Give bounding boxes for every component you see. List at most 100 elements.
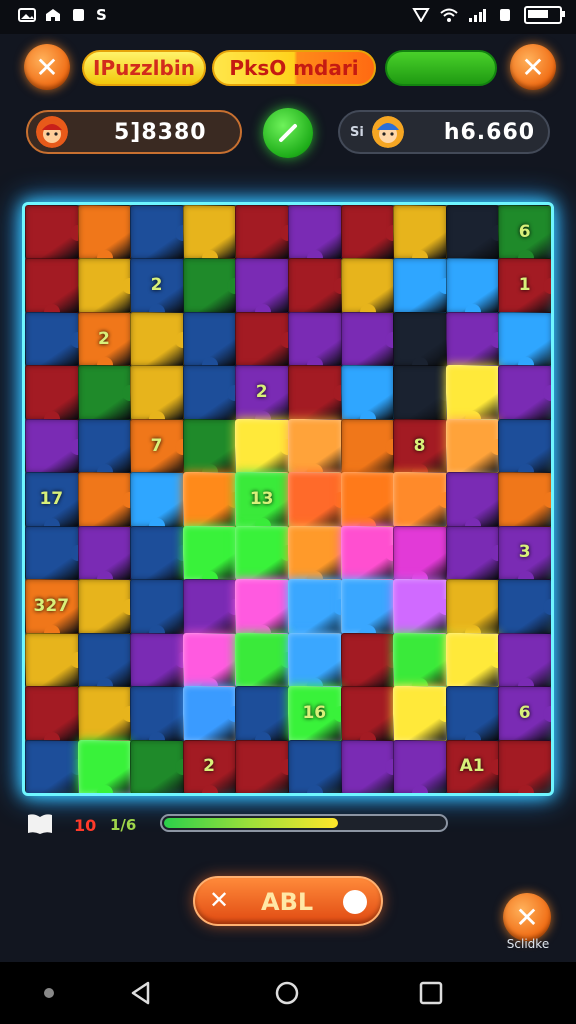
puzzle-piece[interactable] <box>130 686 184 748</box>
puzzle-piece[interactable] <box>182 258 244 313</box>
puzzle-piece[interactable] <box>445 632 507 688</box>
puzzle-piece[interactable] <box>235 632 296 688</box>
puzzle-piece[interactable] <box>393 579 454 634</box>
puzzle-piece[interactable] <box>25 205 86 260</box>
puzzle-piece[interactable] <box>130 365 184 427</box>
puzzle-piece[interactable] <box>25 311 86 367</box>
puzzle-piece[interactable] <box>25 258 79 320</box>
puzzle-piece[interactable] <box>340 632 402 688</box>
puzzle-piece[interactable] <box>445 472 500 534</box>
puzzle-piece[interactable] <box>340 579 395 641</box>
close-left-button[interactable]: ✕ <box>24 44 70 90</box>
puzzle-piece[interactable] <box>393 632 447 695</box>
puzzle-piece[interactable] <box>445 418 507 474</box>
puzzle-piece[interactable] <box>340 418 402 474</box>
puzzle-piece[interactable] <box>340 686 395 748</box>
puzzle-piece[interactable] <box>393 365 454 420</box>
puzzle-piece[interactable] <box>445 311 507 367</box>
puzzle-piece[interactable] <box>182 418 237 481</box>
puzzle-piece[interactable] <box>393 258 454 313</box>
book-icon[interactable] <box>26 812 54 836</box>
puzzle-piece[interactable] <box>77 686 139 741</box>
puzzle-piece[interactable] <box>77 579 139 634</box>
puzzle-piece[interactable] <box>182 205 237 267</box>
title-pill[interactable]: IPuzzlbin <box>82 50 206 86</box>
puzzle-piece[interactable] <box>498 632 551 695</box>
puzzle-piece[interactable] <box>288 258 349 313</box>
puzzle-piece[interactable] <box>288 472 349 527</box>
puzzle-piece[interactable] <box>288 365 349 420</box>
puzzle-piece[interactable] <box>130 205 191 260</box>
puzzle-piece[interactable] <box>498 365 551 420</box>
puzzle-piece[interactable] <box>288 418 342 481</box>
puzzle-piece[interactable] <box>393 525 447 588</box>
puzzle-piece[interactable] <box>340 365 395 427</box>
puzzle-piece[interactable] <box>445 205 507 260</box>
puzzle-piece[interactable] <box>77 258 139 313</box>
puzzle-piece[interactable] <box>130 525 191 581</box>
puzzle-piece[interactable] <box>235 418 296 474</box>
puzzle-piece[interactable] <box>130 579 184 641</box>
puzzle-piece[interactable] <box>393 739 447 793</box>
puzzle-piece[interactable] <box>235 686 289 748</box>
puzzle-piece[interactable] <box>393 472 454 527</box>
puzzle-piece[interactable] <box>235 579 289 641</box>
puzzle-piece[interactable] <box>182 686 244 741</box>
corner-close-button[interactable]: ✕ <box>503 893 551 941</box>
back-icon[interactable] <box>128 980 154 1006</box>
confirm-button[interactable] <box>263 108 313 158</box>
puzzle-piece[interactable] <box>77 365 139 420</box>
puzzle-piece[interactable] <box>288 632 342 695</box>
green-pill-button[interactable] <box>385 50 497 86</box>
puzzle-piece[interactable] <box>182 579 244 634</box>
puzzle-piece[interactable] <box>235 205 296 260</box>
puzzle-piece[interactable] <box>340 258 395 320</box>
puzzle-piece[interactable] <box>393 311 447 374</box>
puzzle-piece[interactable] <box>340 311 402 367</box>
puzzle-piece[interactable] <box>445 579 500 641</box>
puzzle-piece[interactable] <box>235 739 296 793</box>
puzzle-piece[interactable] <box>445 365 500 427</box>
puzzle-piece[interactable] <box>182 525 237 588</box>
puzzle-piece[interactable] <box>77 418 132 481</box>
puzzle-piece[interactable] <box>25 365 79 427</box>
puzzle-piece[interactable] <box>25 632 86 688</box>
puzzle-piece[interactable] <box>182 365 244 420</box>
puzzle-piece[interactable] <box>25 686 79 748</box>
puzzle-piece[interactable] <box>288 579 349 634</box>
puzzle-piece[interactable] <box>498 418 551 481</box>
puzzle-piece[interactable] <box>130 632 191 688</box>
puzzle-piece[interactable] <box>340 472 395 534</box>
puzzle-piece[interactable] <box>445 525 507 581</box>
puzzle-piece[interactable] <box>182 311 237 374</box>
puzzle-piece[interactable] <box>288 525 342 588</box>
puzzle-piece[interactable] <box>288 739 342 793</box>
puzzle-piece[interactable] <box>130 311 191 367</box>
close-right-button[interactable]: ✕ <box>510 44 556 90</box>
recents-icon[interactable] <box>418 980 444 1006</box>
puzzle-piece[interactable] <box>25 525 86 581</box>
puzzle-piece[interactable] <box>77 205 132 267</box>
puzzle-piece[interactable] <box>25 418 86 474</box>
puzzle-piece[interactable] <box>498 472 551 527</box>
mode-pill[interactable]: PksO mdari <box>212 50 376 86</box>
puzzle-piece[interactable] <box>235 258 289 320</box>
puzzle-piece[interactable] <box>498 579 551 634</box>
puzzle-piece[interactable] <box>77 525 132 588</box>
puzzle-piece[interactable] <box>235 525 296 581</box>
puzzle-piece[interactable] <box>393 205 447 267</box>
puzzle-piece[interactable] <box>445 258 500 320</box>
puzzle-piece[interactable] <box>445 686 500 748</box>
puzzle-piece[interactable] <box>182 472 244 527</box>
puzzle-piece[interactable] <box>182 632 237 695</box>
action-button[interactable]: ✕ ABL <box>193 876 383 926</box>
puzzle-piece[interactable] <box>340 205 402 260</box>
puzzle-piece[interactable] <box>498 739 551 793</box>
puzzle-piece[interactable] <box>498 311 551 374</box>
puzzle-piece[interactable] <box>77 472 139 527</box>
home-icon[interactable] <box>274 980 300 1006</box>
puzzle-piece[interactable] <box>340 525 402 581</box>
puzzle-piece[interactable] <box>235 311 296 367</box>
puzzle-piece[interactable] <box>288 205 342 267</box>
puzzle-piece[interactable] <box>130 739 191 793</box>
